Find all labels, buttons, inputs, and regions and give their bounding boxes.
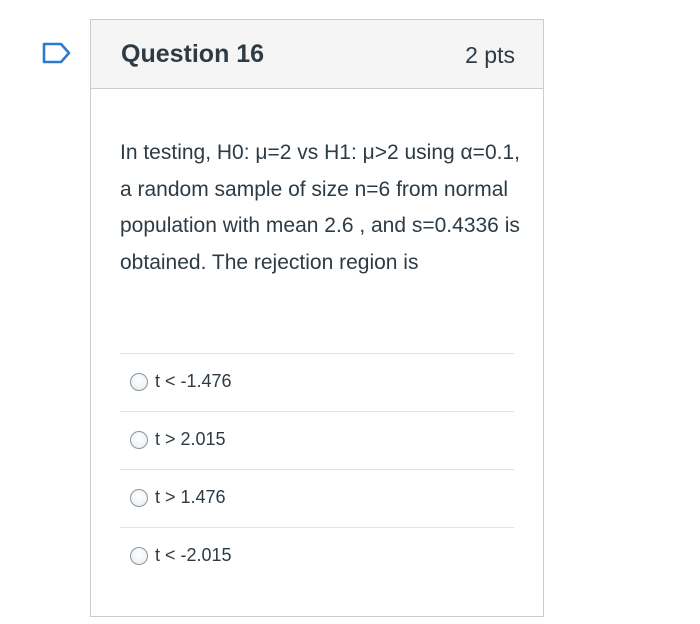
radio-unselected-icon[interactable] [130, 431, 148, 449]
answer-option-4[interactable]: t < -2.015 [120, 527, 514, 585]
radio-unselected-icon[interactable] [130, 489, 148, 507]
question-header: Question 16 2 pts [91, 20, 543, 89]
question-text: In testing, H0: μ=2 vs H1: μ>2 using α=0… [120, 141, 520, 274]
answer-label: t > 2.015 [155, 429, 226, 449]
flag-question-icon[interactable] [42, 42, 72, 64]
answer-option-1[interactable]: t < -1.476 [120, 353, 514, 411]
answer-label: t < -2.015 [155, 545, 232, 565]
answer-list: t < -1.476 t > 2.015 t > 1.476 t < -2.01… [120, 353, 514, 585]
answer-label: t > 1.476 [155, 487, 226, 507]
question-title: Question 16 [121, 40, 265, 68]
answer-option-3[interactable]: t > 1.476 [120, 469, 514, 527]
answer-option-2[interactable]: t > 2.015 [120, 411, 514, 469]
question-points: 2 pts [465, 42, 515, 68]
answer-label: t < -1.476 [155, 371, 232, 391]
radio-unselected-icon[interactable] [130, 547, 148, 565]
radio-unselected-icon[interactable] [130, 373, 148, 391]
